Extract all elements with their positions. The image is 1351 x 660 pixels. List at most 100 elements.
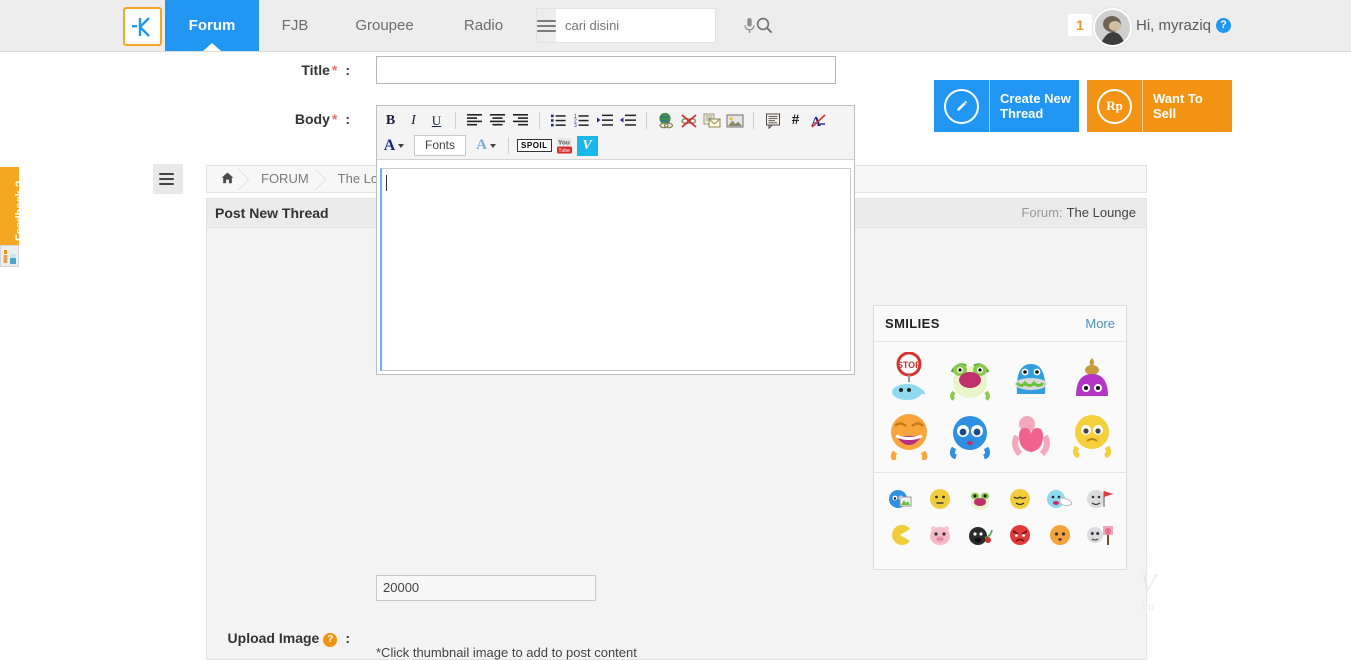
create-new-thread-button[interactable]: Create New Thread	[934, 80, 1079, 132]
body-required-marker: *	[331, 111, 338, 127]
smiley-blue-sad-eyes[interactable]	[939, 406, 1000, 464]
upload-help-icon[interactable]: ?	[323, 633, 338, 647]
editor-toolbar: B I U 123 # A A Fonts A SPOIL You Tube V	[377, 106, 854, 160]
character-count-field[interactable]: 20000	[376, 575, 596, 601]
smiley-orange-blank[interactable]	[1040, 517, 1080, 553]
svg-text:STOP: STOP	[896, 360, 920, 370]
body-textarea[interactable]	[380, 168, 851, 371]
toolbar-row-2: A Fonts A SPOIL You Tube V	[379, 133, 852, 158]
nav-tab-radio-label: Radio	[463, 17, 504, 34]
smiley-pink-heart-hug[interactable]	[1000, 406, 1061, 464]
active-tab-notch	[203, 43, 221, 51]
sidebar-toggle-icon[interactable]	[153, 164, 183, 194]
smiley-yellow-pacman[interactable]	[880, 517, 920, 553]
feedback-thumbnail-icon[interactable]	[0, 245, 19, 267]
kaskus-k-logo-icon[interactable]	[123, 7, 162, 46]
insert-link-icon[interactable]	[655, 110, 676, 131]
smilies-header: SMILIES More	[874, 306, 1126, 342]
smilies-more-link[interactable]: More	[1085, 306, 1115, 341]
font-color-icon[interactable]: A	[380, 135, 408, 156]
body-colon: :	[345, 111, 350, 127]
insert-image-icon[interactable]	[724, 110, 745, 131]
toolbar-separator	[753, 112, 754, 129]
underline-icon[interactable]: U	[426, 110, 447, 131]
hamburger-menu-icon[interactable]	[537, 9, 556, 42]
smiley-black-bomb[interactable]	[960, 517, 1000, 553]
font-size-icon[interactable]: A	[472, 135, 500, 156]
smiley-red-angry[interactable]	[1000, 517, 1040, 553]
quote-icon[interactable]	[762, 110, 783, 131]
nav-tab-forum[interactable]: Forum	[165, 0, 259, 51]
feedback-tab[interactable]: Feedback ?	[0, 167, 26, 245]
smiley-purple-poop[interactable]	[1061, 348, 1122, 406]
nav-tab-fjb[interactable]: FJB	[259, 0, 331, 51]
smiley-white-rose[interactable]	[1080, 517, 1120, 553]
fonts-dropdown[interactable]: Fonts	[414, 135, 467, 156]
bullet-list-icon[interactable]	[548, 110, 569, 131]
search-icon[interactable]	[756, 17, 773, 34]
align-right-icon[interactable]	[510, 110, 531, 131]
smilies-small-grid	[874, 473, 1126, 561]
code-icon[interactable]: #	[785, 110, 806, 131]
title-input[interactable]	[376, 56, 836, 84]
upload-hint-text: *Click thumbnail image to add to post co…	[376, 645, 637, 660]
align-center-icon[interactable]	[487, 110, 508, 131]
panel-forum-meta-value: The Lounge	[1066, 205, 1136, 220]
title-colon: :	[345, 62, 350, 78]
remove-formatting-icon[interactable]: A	[808, 110, 829, 131]
microphone-icon[interactable]	[743, 17, 756, 35]
search-input[interactable]	[556, 17, 743, 34]
panel-forum-meta-label: Forum:	[1021, 205, 1063, 220]
smiley-green-frog[interactable]	[939, 348, 1000, 406]
nav-tab-groupee[interactable]: Groupee	[331, 0, 438, 51]
upload-label-text: Upload Image	[227, 630, 320, 646]
smilies-title: SMILIES	[885, 316, 940, 331]
smiley-stop-dolphin[interactable]: STOP	[878, 348, 939, 406]
upload-image-label: Upload Image?:	[205, 630, 350, 647]
notification-count-badge[interactable]: 1	[1068, 14, 1097, 36]
smiley-blue-photo[interactable]	[880, 481, 920, 517]
help-icon[interactable]: ?	[1216, 18, 1231, 33]
breadcrumb-item-forum[interactable]: FORUM	[248, 166, 325, 192]
smiley-green-frog-small[interactable]	[960, 481, 1000, 517]
title-field-label: Title *:	[230, 62, 350, 78]
spoiler-icon[interactable]: SPOIL	[517, 135, 552, 156]
search-bar	[536, 8, 773, 43]
nav-tab-radio[interactable]: Radio	[438, 0, 529, 51]
spoiler-label: SPOIL	[517, 139, 552, 152]
nav-tab-fjb-label: FJB	[281, 17, 309, 34]
vimeo-glyph: V	[576, 135, 598, 156]
smiley-cyan-sleep[interactable]	[1040, 481, 1080, 517]
bold-icon[interactable]: B	[380, 110, 401, 131]
numbered-list-icon[interactable]: 123	[571, 110, 592, 131]
smiley-white-flag[interactable]	[1080, 481, 1120, 517]
smiley-yellow-smug[interactable]	[1000, 481, 1040, 517]
youtube-icon[interactable]: You Tube	[554, 135, 575, 156]
smiley-yellow-neutral[interactable]	[920, 481, 960, 517]
svg-text:Tube: Tube	[558, 148, 570, 154]
svg-text:3: 3	[574, 123, 577, 127]
toolbar-separator	[508, 137, 510, 154]
font-size-glyph: A	[476, 137, 487, 153]
smiley-pink-pig[interactable]	[920, 517, 960, 553]
top-navigation-bar: Forum FJB Groupee Radio 1	[0, 0, 1351, 52]
indent-decrease-icon[interactable]	[617, 110, 638, 131]
toolbar-row-1: B I U 123 # A	[379, 108, 852, 133]
align-left-icon[interactable]	[464, 110, 485, 131]
vimeo-icon[interactable]: V	[576, 135, 598, 156]
indent-increase-icon[interactable]	[594, 110, 615, 131]
smiley-blue-worm-eater[interactable]	[1000, 348, 1061, 406]
user-greeting[interactable]: Hi, myraziq	[1136, 0, 1211, 51]
nav-tab-forum-label: Forum	[188, 17, 236, 34]
title-label-text: Title	[301, 62, 330, 78]
italic-icon[interactable]: I	[403, 110, 424, 131]
want-to-sell-button[interactable]: Rp Want To Sell	[1087, 80, 1232, 132]
smiley-yellow-shy[interactable]	[1061, 406, 1122, 464]
text-cursor	[386, 175, 387, 191]
avatar[interactable]	[1093, 8, 1132, 47]
smiley-orange-laugh[interactable]	[878, 406, 939, 464]
breadcrumb-home-icon[interactable]	[207, 166, 248, 192]
remove-link-icon[interactable]	[678, 110, 699, 131]
font-color-glyph: A	[383, 136, 396, 154]
insert-email-icon[interactable]	[701, 110, 722, 131]
